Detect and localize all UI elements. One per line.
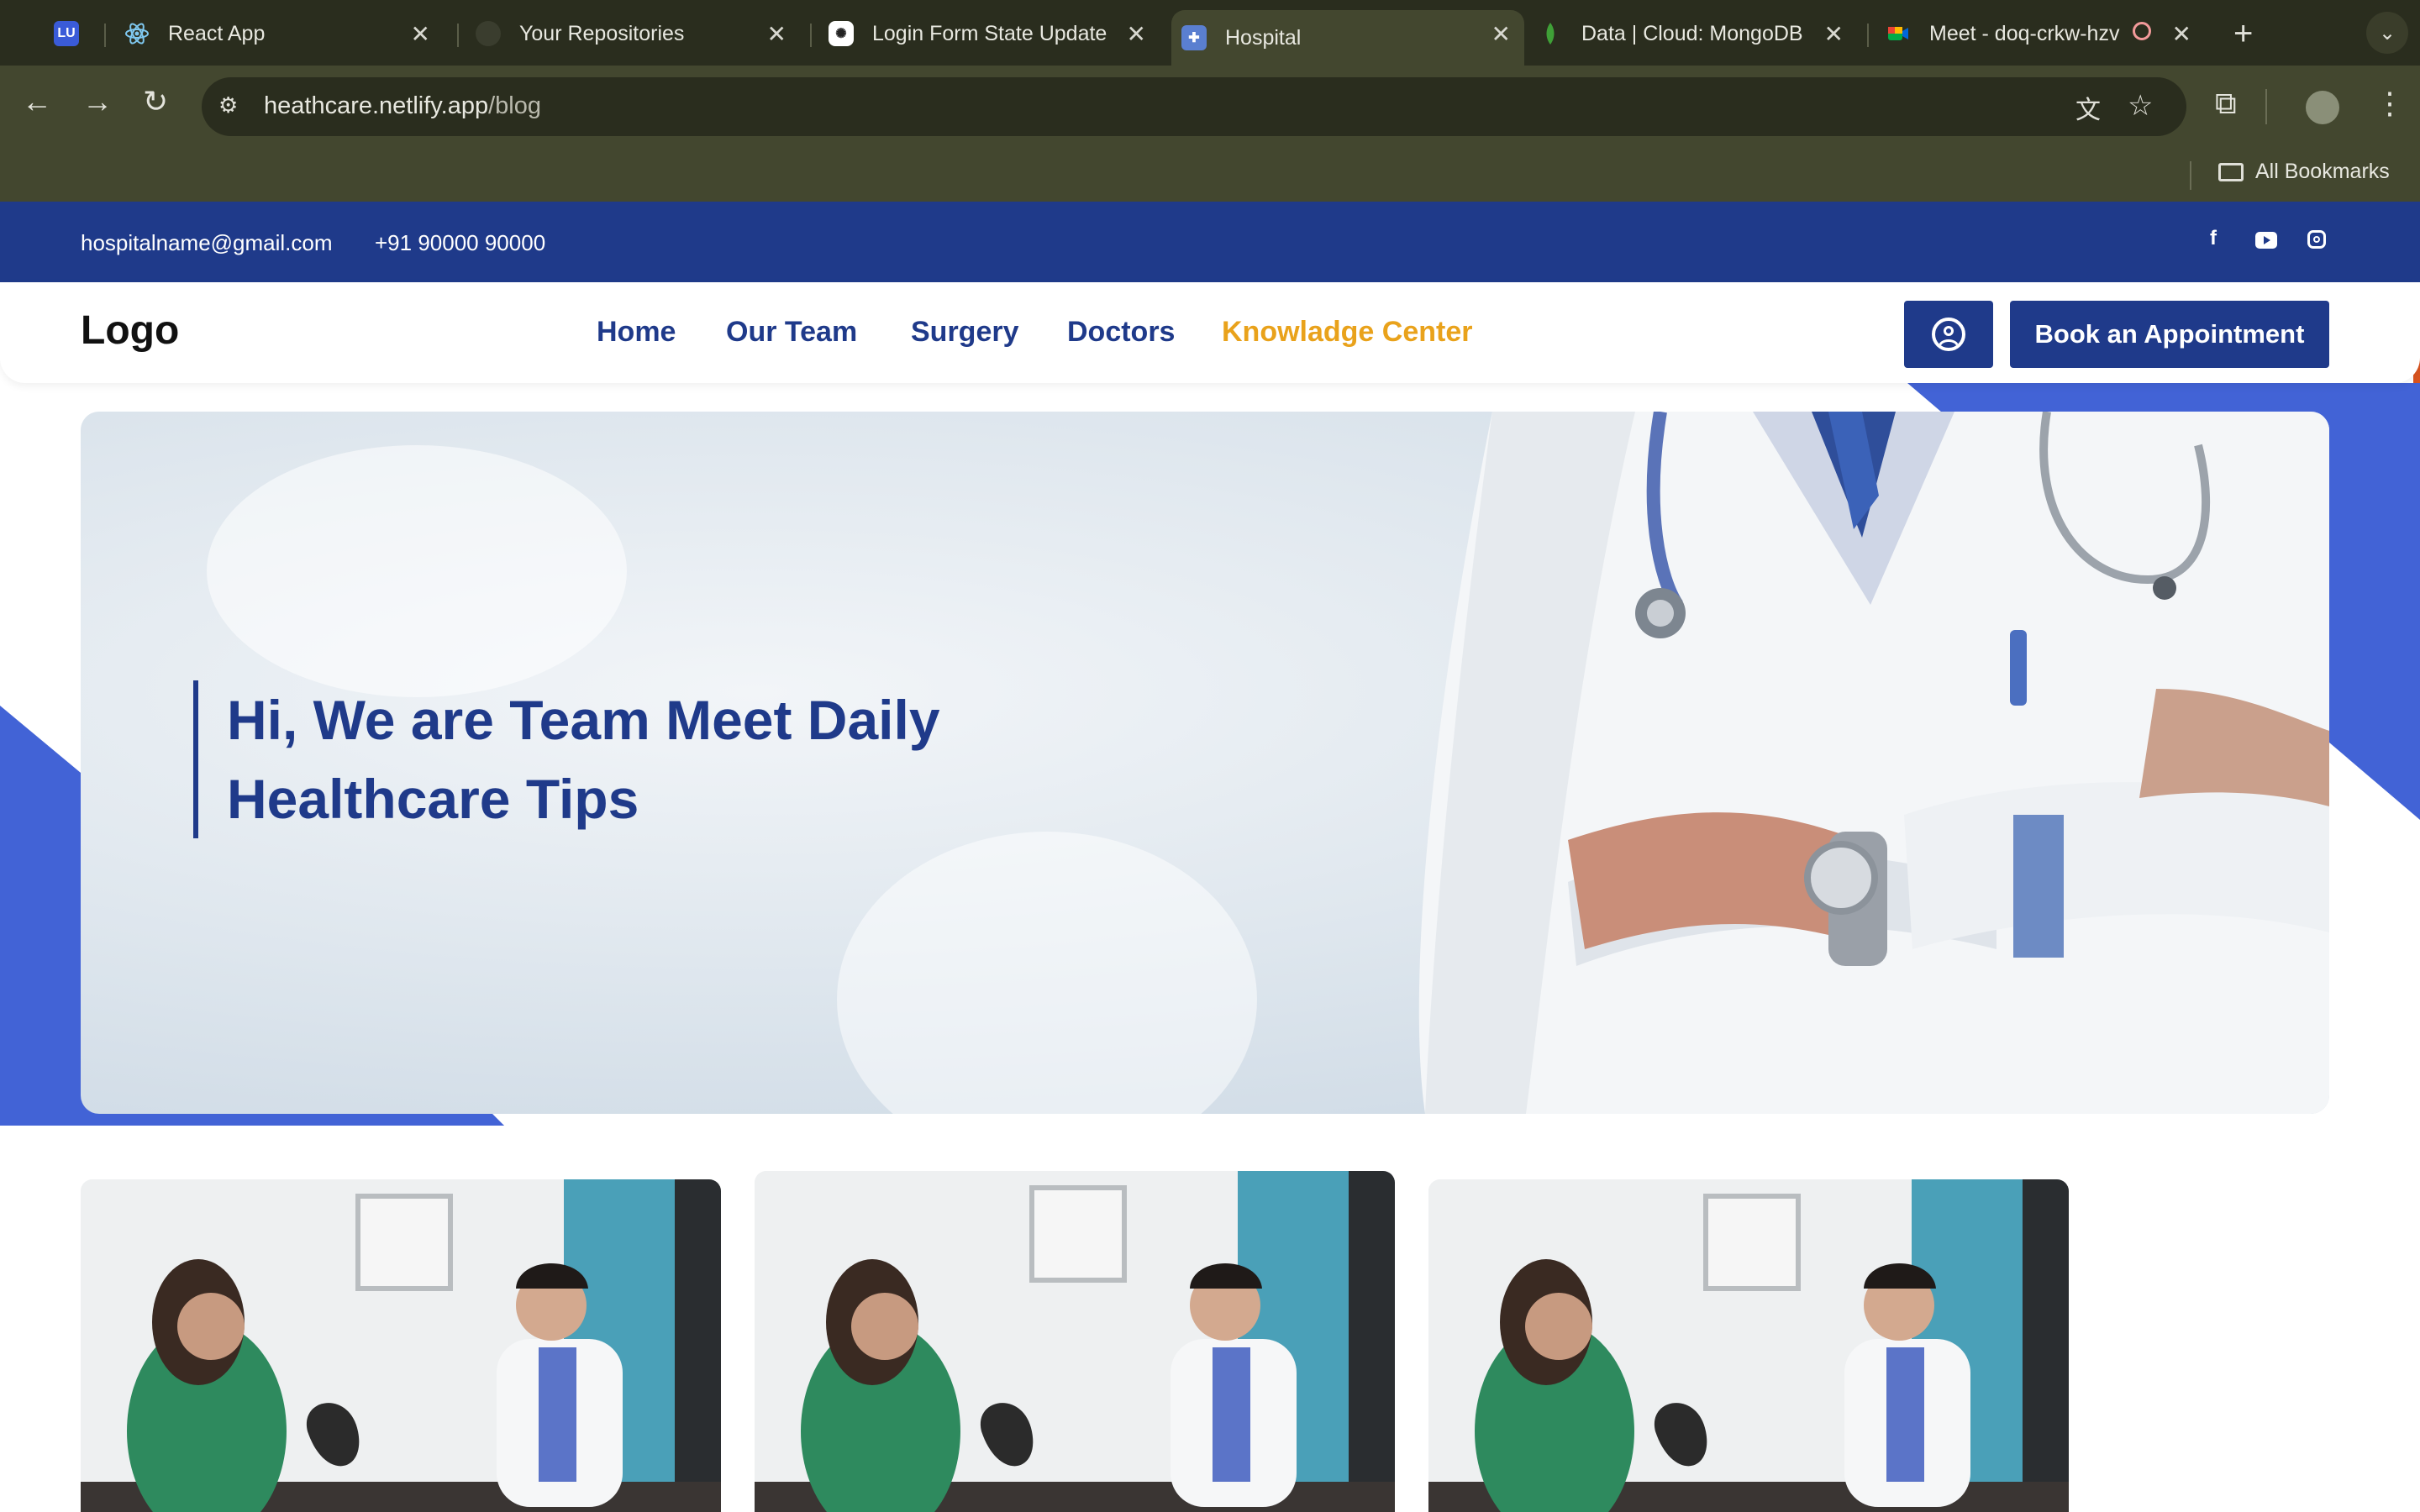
tab-title: Hospital: [1225, 25, 1302, 50]
mongodb-icon: [1538, 21, 1563, 46]
blog-card-image: [755, 1171, 1395, 1512]
close-icon[interactable]: ✕: [1491, 20, 1511, 48]
toolbar-separator: [2265, 89, 2267, 124]
lu-icon: LU: [54, 21, 79, 46]
hospital-icon: ✚: [1181, 25, 1207, 50]
profile-avatar[interactable]: [2306, 91, 2339, 124]
url-path: /blog: [488, 92, 541, 119]
nav-knowledge-center[interactable]: Knowladge Center: [1222, 316, 1472, 349]
forward-icon[interactable]: →: [82, 84, 113, 119]
hero-banner: Hi, We are Team Meet Daily Healthcare Ti…: [81, 412, 2329, 1114]
blog-card-image: [81, 1179, 721, 1512]
url-host: heathcare.netlify.app: [264, 92, 489, 119]
tab-separator: [1867, 24, 1869, 47]
translate-icon[interactable]: 文: [2075, 89, 2101, 126]
more-menu-icon[interactable]: ⋮: [2375, 86, 2405, 121]
folder-icon: [2218, 162, 2244, 181]
background-blur: [837, 832, 1257, 1114]
recording-icon: [2133, 22, 2151, 40]
bookmarks-separator: [2190, 161, 2191, 190]
tab-title: Data | Cloud: MongoDB C: [1581, 21, 1808, 45]
tab-react-app[interactable]: React App ✕: [124, 10, 444, 57]
close-icon[interactable]: ✕: [411, 20, 430, 48]
blog-card[interactable]: [755, 1171, 1395, 1512]
tab-title: Your Repositories: [519, 21, 685, 45]
browser-toolbar: ← → ↻ ⚙ heathcare.netlify.app/blog 文 ☆ ⧉…: [0, 66, 2420, 150]
close-icon[interactable]: ✕: [1824, 20, 1844, 48]
react-icon: [124, 21, 150, 46]
contact-email[interactable]: hospitalname@gmail.com: [81, 230, 333, 256]
user-icon: [1932, 318, 1965, 351]
extensions-icon[interactable]: ⧉: [2215, 86, 2237, 122]
background-blur: [207, 445, 627, 697]
meet-icon: [1886, 21, 1911, 46]
site-logo[interactable]: Logo: [81, 307, 179, 354]
blog-card[interactable]: [1428, 1179, 2069, 1512]
nav-our-team[interactable]: Our Team: [726, 316, 857, 349]
tab-meet[interactable]: Meet - doq-crkw-hzv ✕: [1886, 10, 2205, 57]
url-text[interactable]: heathcare.netlify.app/blog: [264, 92, 541, 120]
address-bar[interactable]: ⚙ heathcare.netlify.app/blog 文 ☆: [202, 77, 2186, 136]
nav-surgery[interactable]: Surgery: [911, 316, 1019, 349]
nav-home[interactable]: Home: [597, 316, 676, 349]
site-info-icon[interactable]: ⚙: [218, 92, 247, 121]
close-icon[interactable]: ✕: [2172, 20, 2191, 48]
back-icon[interactable]: ←: [22, 84, 52, 119]
tab-separator: [104, 24, 106, 47]
youtube-icon[interactable]: [2255, 232, 2277, 249]
book-appointment-button[interactable]: Book an Appointment: [2010, 301, 2329, 368]
tab-title: React App: [168, 21, 266, 45]
contact-bar: hospitalname@gmail.com +91 90000 90000 f: [0, 202, 2420, 282]
tab-title: Login Form State Update: [872, 21, 1107, 45]
nav-doctors[interactable]: Doctors: [1067, 316, 1175, 349]
account-button[interactable]: [1904, 301, 1993, 368]
hero-title-line-2: Healthcare Tips: [227, 768, 639, 830]
main-navbar: Logo Home Our Team Surgery Doctors Knowl…: [0, 282, 2420, 383]
contact-phone[interactable]: +91 90000 90000: [375, 230, 545, 256]
tab-bar: LU React App ✕ Your Repositories ✕ ✺ Log…: [0, 0, 2420, 66]
tab-hospital[interactable]: ✚ Hospital ✕: [1171, 10, 1524, 66]
tab-search-button[interactable]: ⌄: [2366, 12, 2408, 54]
blog-card-image: [1428, 1179, 2069, 1512]
new-tab-button[interactable]: +: [2233, 15, 2253, 53]
tab-login-form[interactable]: ✺ Login Form State Update ✕: [829, 10, 1160, 57]
openai-icon: ✺: [829, 21, 854, 46]
close-icon[interactable]: ✕: [1127, 20, 1146, 48]
facebook-icon[interactable]: f: [2210, 227, 2217, 250]
close-icon[interactable]: ✕: [767, 20, 786, 48]
instagram-icon[interactable]: [2307, 230, 2326, 249]
tab-separator: [810, 24, 812, 47]
page-content: hospitalname@gmail.com +91 90000 90000 f…: [0, 202, 2420, 1512]
hero-title: Hi, We are Team Meet Daily Healthcare Ti…: [193, 680, 1067, 838]
reload-icon[interactable]: ↻: [143, 84, 168, 119]
hero-title-line-1: Hi, We are Team Meet Daily: [227, 689, 940, 751]
tab-separator: [457, 24, 459, 47]
all-bookmarks-button[interactable]: All Bookmarks: [2218, 160, 2390, 184]
bookmark-star-icon[interactable]: ☆: [2128, 89, 2153, 123]
github-icon: [476, 21, 501, 46]
blog-card[interactable]: [81, 1179, 721, 1512]
tab-title: Meet - doq-crkw-hzv: [1929, 21, 2120, 45]
all-bookmarks-label: All Bookmarks: [2255, 160, 2390, 183]
tab-your-repositories[interactable]: Your Repositories ✕: [476, 10, 800, 57]
bookmarks-bar: All Bookmarks: [0, 150, 2420, 202]
tab-mongodb[interactable]: Data | Cloud: MongoDB C ✕: [1538, 10, 1857, 57]
doctor-image: [1418, 412, 2329, 1114]
